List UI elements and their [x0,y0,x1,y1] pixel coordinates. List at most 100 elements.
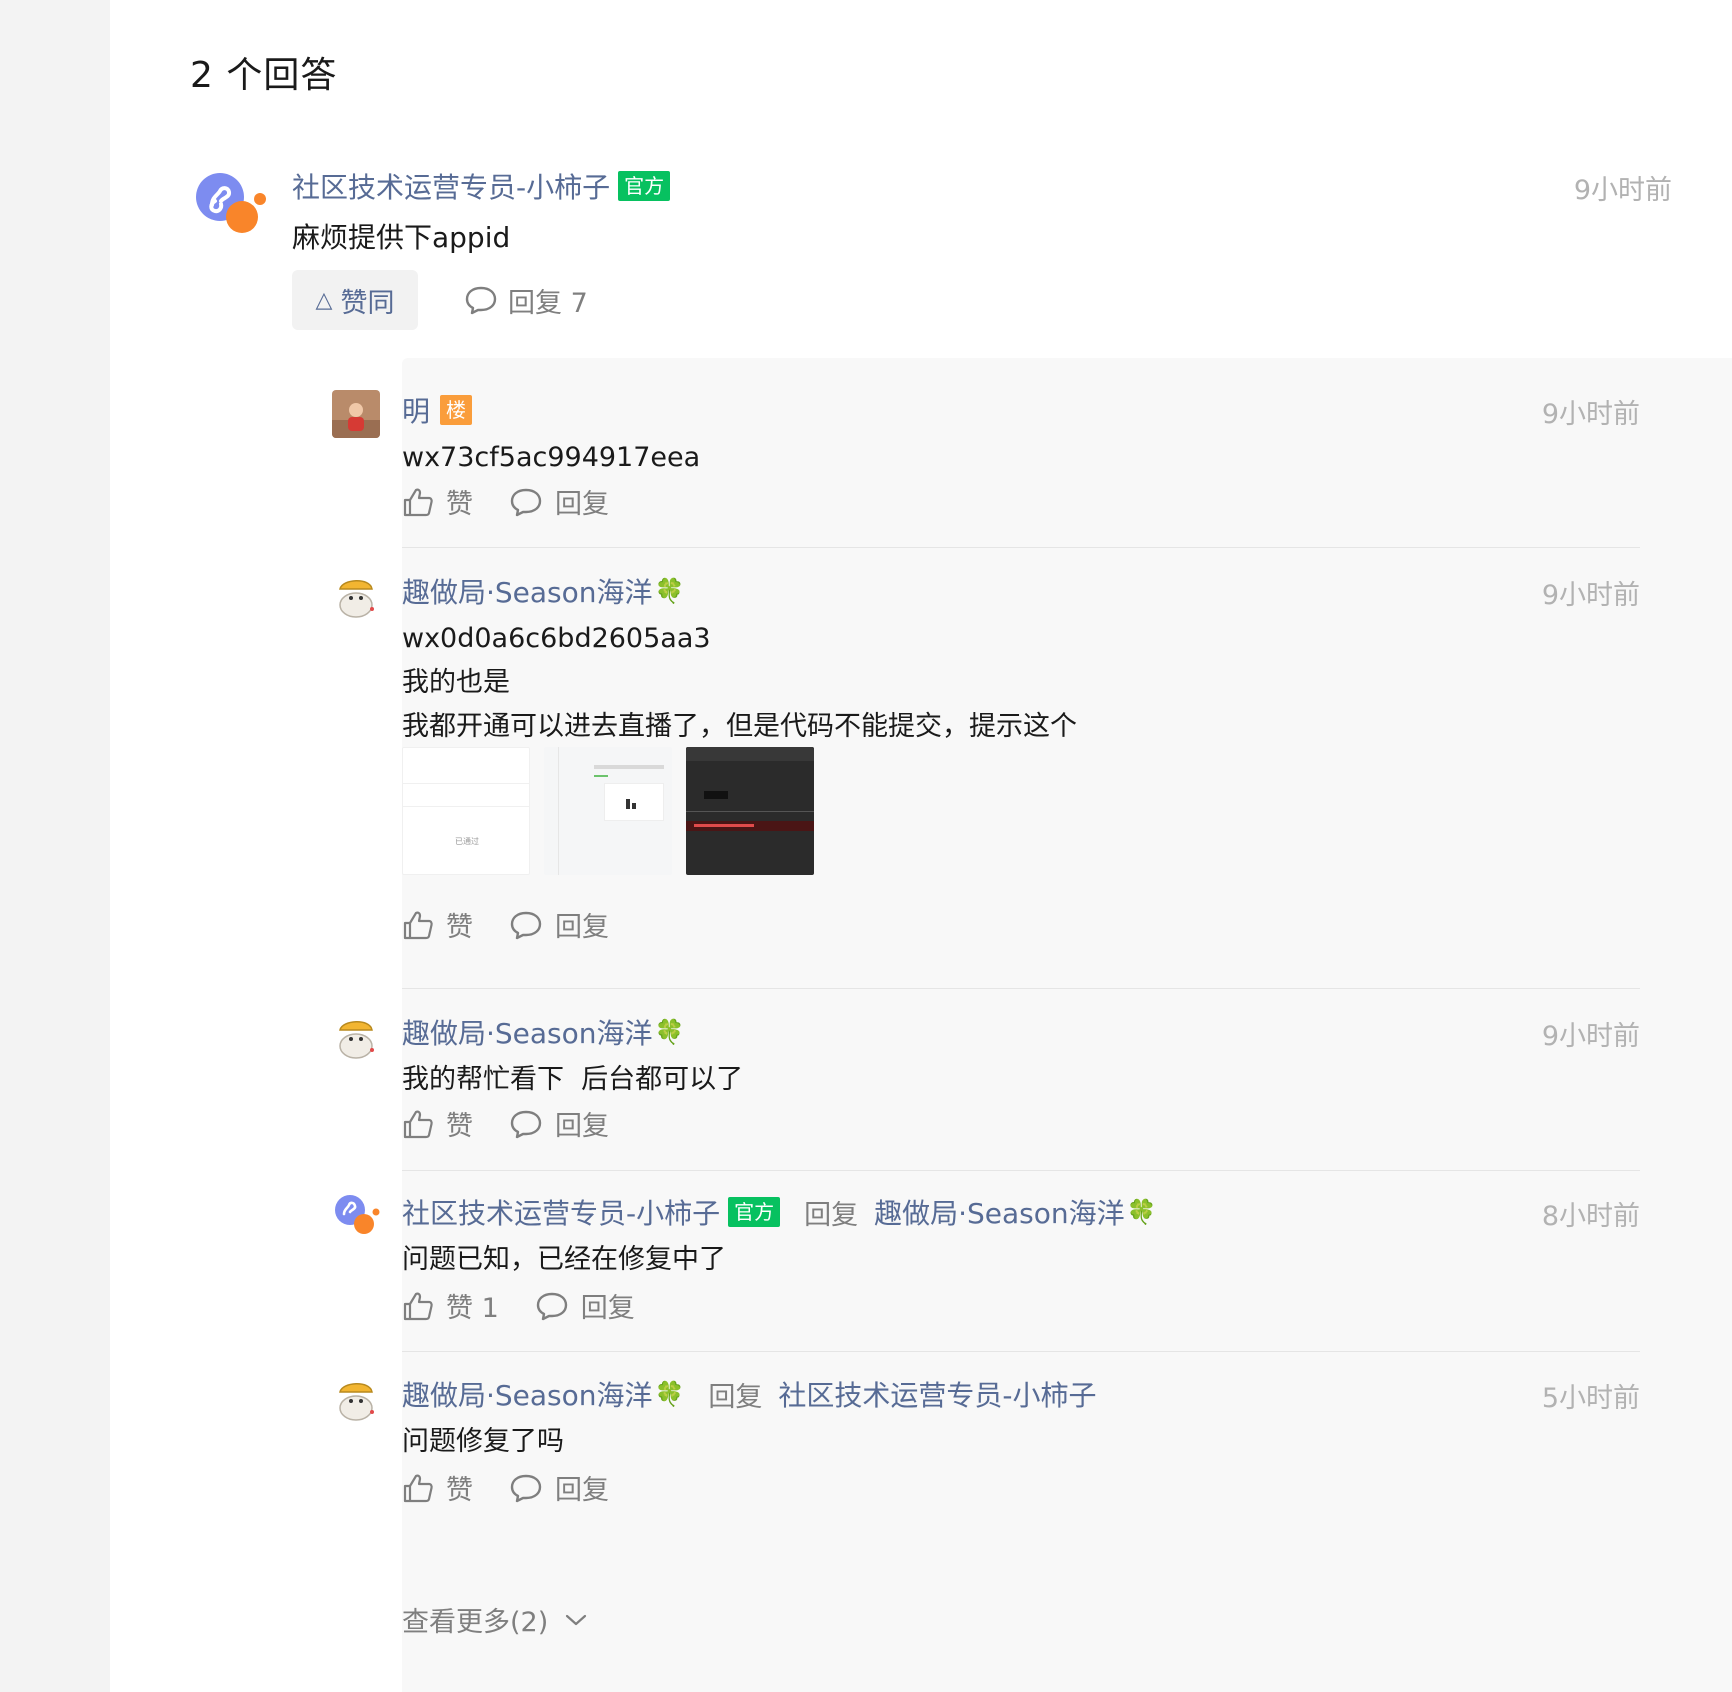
divider [402,1170,1640,1171]
author-name-link[interactable]: 趣做局·Season海洋 [402,571,653,611]
clover-emoji: 🍀 [654,577,685,605]
author-name-link[interactable]: 社区技术运营专员-小柿子 [292,166,610,206]
answer-content: 麻烦提供下appid [292,221,511,254]
divider [402,988,1640,989]
reply-label: 回复 [555,489,609,520]
reply-actions: 赞 回复 [402,482,645,521]
image-thumbnail[interactable]: 已通过 [402,747,530,875]
clover-emoji: 🍀 [1126,1198,1157,1226]
reply-actions: 赞 回复 [402,905,645,944]
answers-count-title: 2 个回答 [190,55,338,96]
comment-bubble-icon [510,1110,542,1138]
thumbnail-caption: 已通过 [455,837,479,846]
like-label: 赞 [446,489,473,520]
author-name-link[interactable]: 趣做局·Season海洋 [402,1374,653,1414]
reply-actions: 赞 回复 [402,1468,645,1507]
clover-emoji: 🍀 [654,1380,685,1408]
like-button[interactable]: 赞 [402,1104,473,1143]
thumb-up-icon [403,911,433,939]
agree-button[interactable]: △ 赞同 [292,270,418,330]
reply-content: wx0d0a6c6bd2605aa3 我的也是 我都开通可以进去直播了，但是代码… [402,617,1077,749]
reply-line: 我的帮忙看下 后台都可以了 [402,1064,744,1095]
thumb-up-icon [403,488,433,516]
reply-time: 8小时前 [1541,1201,1640,1232]
official-badge: 官方 [728,1197,781,1227]
comment-bubble-icon [510,1474,542,1502]
divider [402,547,1640,548]
reply-header: 趣做局·Season海洋 🍀 [402,571,684,611]
thumb-up-icon [403,1292,433,1320]
comment-bubble-icon [465,286,497,315]
author-name-link[interactable]: 明 [402,390,430,430]
author-name-link[interactable]: 社区技术运营专员-小柿子 [402,1192,720,1232]
reply-content: wx73cf5ac994917eea [402,436,700,480]
reply-button[interactable]: 回复 [509,482,609,521]
reply-to-label: 回复 [804,1199,859,1231]
reply-content: 问题修复了吗 [402,1420,564,1464]
like-button[interactable]: 赞 [402,1468,473,1507]
reply-time: 9小时前 [1541,580,1640,611]
user-avatar[interactable] [332,1012,380,1060]
like-label: 赞 [446,912,473,943]
reply-time: 9小时前 [1541,1021,1640,1052]
reply-button[interactable]: 回复 [509,1468,609,1507]
reply-header: 明 楼 [402,390,473,430]
reply-button[interactable]: 回复 [509,905,609,944]
reply-button[interactable]: 回复 [535,1286,635,1325]
replies-list: 明 楼 9小时前 wx73cf5ac994917eea 赞 回复 趣做局·Sea… [292,358,1680,1692]
reply-content: 问题已知，已经在修复中了 [402,1238,726,1282]
reply-line: wx73cf5ac994917eea [402,442,701,473]
image-thumbnail[interactable] [686,747,814,875]
reply-line: 我的也是 [402,667,510,698]
user-avatar[interactable] [332,1192,380,1240]
thumb-up-icon [403,1110,433,1138]
clover-emoji: 🍀 [654,1018,685,1046]
like-label: 赞 1 [446,1293,499,1324]
reply-line: 问题修复了吗 [402,1426,564,1457]
reply-line: 我都开通可以进去直播了，但是代码不能提交，提示这个 [402,711,1077,742]
user-avatar[interactable] [332,571,380,619]
like-button[interactable]: 赞 [402,482,473,521]
reply-to-name-link[interactable]: 趣做局·Season海洋 [874,1192,1125,1232]
reply-count-label: 回复 7 [508,287,588,319]
reply-header: 社区技术运营专员-小柿子 官方 回复 趣做局·Season海洋 🍀 [402,1192,1157,1232]
like-label: 赞 [446,1475,473,1506]
reply-actions: 赞 回复 [402,1104,645,1143]
user-avatar[interactable] [332,390,380,438]
image-attachments: 已通过 [402,747,814,875]
reply-label: 回复 [555,912,609,943]
agree-label: 赞同 [340,287,395,319]
comment-bubble-icon [536,1292,567,1320]
reply-header: 趣做局·Season海洋 🍀 [402,1012,684,1052]
view-more-label: 查看更多(2) [402,1607,549,1638]
reply-line: wx0d0a6c6bd2605aa3 [402,623,711,654]
reply-label: 回复 [555,1111,609,1142]
author-name-link[interactable]: 趣做局·Season海洋 [402,1012,653,1052]
like-button[interactable]: 赞 1 [402,1286,499,1325]
reply-count-button[interactable]: 回复 7 [464,270,588,330]
thumb-up-icon [403,1474,433,1502]
reply-to-name-link[interactable]: 社区技术运营专员-小柿子 [778,1374,1096,1414]
floor-badge: 楼 [440,395,473,425]
triangle-up-icon: △ [315,287,333,313]
miniprogram-logo-avatar[interactable] [194,171,266,243]
like-label: 赞 [446,1111,473,1142]
answer-time: 9小时前 [1573,175,1672,206]
reply-line: 问题已知，已经在修复中了 [402,1244,726,1275]
reply-button[interactable]: 回复 [509,1104,609,1143]
divider [402,1351,1640,1352]
answer-header: 社区技术运营专员-小柿子 官方 [292,166,671,206]
like-button[interactable]: 赞 [402,905,473,944]
user-avatar[interactable] [332,1374,380,1422]
left-gutter [0,0,110,1692]
reply-actions: 赞 1 回复 [402,1286,671,1325]
reply-time: 9小时前 [1541,399,1640,430]
reply-label: 回复 [555,1475,609,1506]
official-badge: 官方 [618,171,671,201]
reply-content: 我的帮忙看下 后台都可以了 [402,1058,743,1102]
image-thumbnail[interactable] [544,747,672,875]
reply-to-label: 回复 [708,1381,763,1413]
reply-time: 5小时前 [1541,1383,1640,1414]
reply-label: 回复 [580,1293,635,1324]
view-more-button[interactable]: 查看更多(2) [402,1600,588,1639]
